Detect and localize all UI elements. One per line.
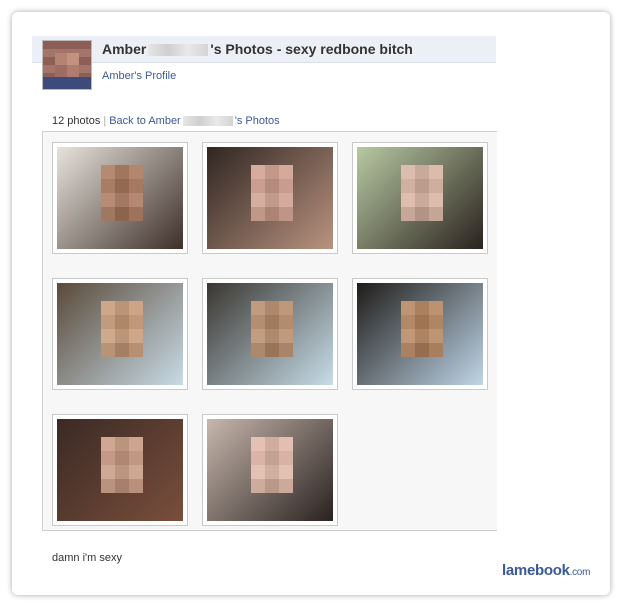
photo-image bbox=[57, 419, 183, 521]
photo-thumbnail[interactable] bbox=[202, 278, 338, 390]
profile-avatar[interactable] bbox=[42, 40, 92, 90]
watermark-main: lamebook bbox=[502, 562, 570, 579]
redacted-name bbox=[148, 44, 209, 57]
back-link-suffix: 's Photos bbox=[234, 115, 280, 127]
watermark-suffix: .com bbox=[569, 567, 591, 578]
album-caption: damn i'm sexy bbox=[52, 552, 122, 564]
photo-image bbox=[57, 147, 183, 249]
pixelated-face bbox=[401, 165, 443, 221]
separator: | bbox=[103, 115, 107, 127]
pixelated-face bbox=[401, 301, 443, 357]
photo-image bbox=[357, 283, 483, 385]
pixelated-face bbox=[251, 437, 293, 493]
back-to-photos-link[interactable]: Back to Amber 's Photos bbox=[109, 115, 279, 127]
avatar-pixel bbox=[67, 53, 79, 65]
back-link-prefix: Back to Amber bbox=[109, 115, 181, 127]
avatar-pixel bbox=[55, 65, 67, 77]
avatar-pixel bbox=[55, 53, 67, 65]
photo-count: 12 photos bbox=[52, 115, 101, 127]
photo-thumbnail[interactable] bbox=[202, 142, 338, 254]
redacted-name bbox=[182, 116, 233, 127]
photo-image bbox=[207, 147, 333, 249]
pixelated-face bbox=[251, 165, 293, 221]
pixelated-face bbox=[101, 165, 143, 221]
photo-thumbnail[interactable] bbox=[52, 142, 188, 254]
photo-image bbox=[207, 283, 333, 385]
album-title: Amber 's Photos - sexy redbone bitch bbox=[102, 41, 413, 57]
photo-image bbox=[357, 147, 483, 249]
avatar-pixel bbox=[67, 65, 79, 77]
avatar-pixel bbox=[43, 77, 91, 89]
pixelated-face bbox=[101, 301, 143, 357]
profile-link[interactable]: Amber's Profile bbox=[102, 70, 176, 82]
photo-image bbox=[207, 419, 333, 521]
photo-thumbnail[interactable] bbox=[352, 278, 488, 390]
photo-thumbnail[interactable] bbox=[52, 278, 188, 390]
watermark-logo: lamebook.com bbox=[502, 562, 590, 579]
album-subbar: 12 photos | Back to Amber 's Photos bbox=[52, 115, 280, 127]
album-title-prefix: Amber bbox=[102, 41, 147, 57]
pixelated-face bbox=[251, 301, 293, 357]
photo-image bbox=[57, 283, 183, 385]
photo-thumbnail[interactable] bbox=[202, 414, 338, 526]
photo-thumbnail[interactable] bbox=[352, 142, 488, 254]
photo-thumbnail[interactable] bbox=[52, 414, 188, 526]
pixelated-face bbox=[101, 437, 143, 493]
album-title-suffix: 's Photos - sexy redbone bitch bbox=[210, 41, 413, 57]
